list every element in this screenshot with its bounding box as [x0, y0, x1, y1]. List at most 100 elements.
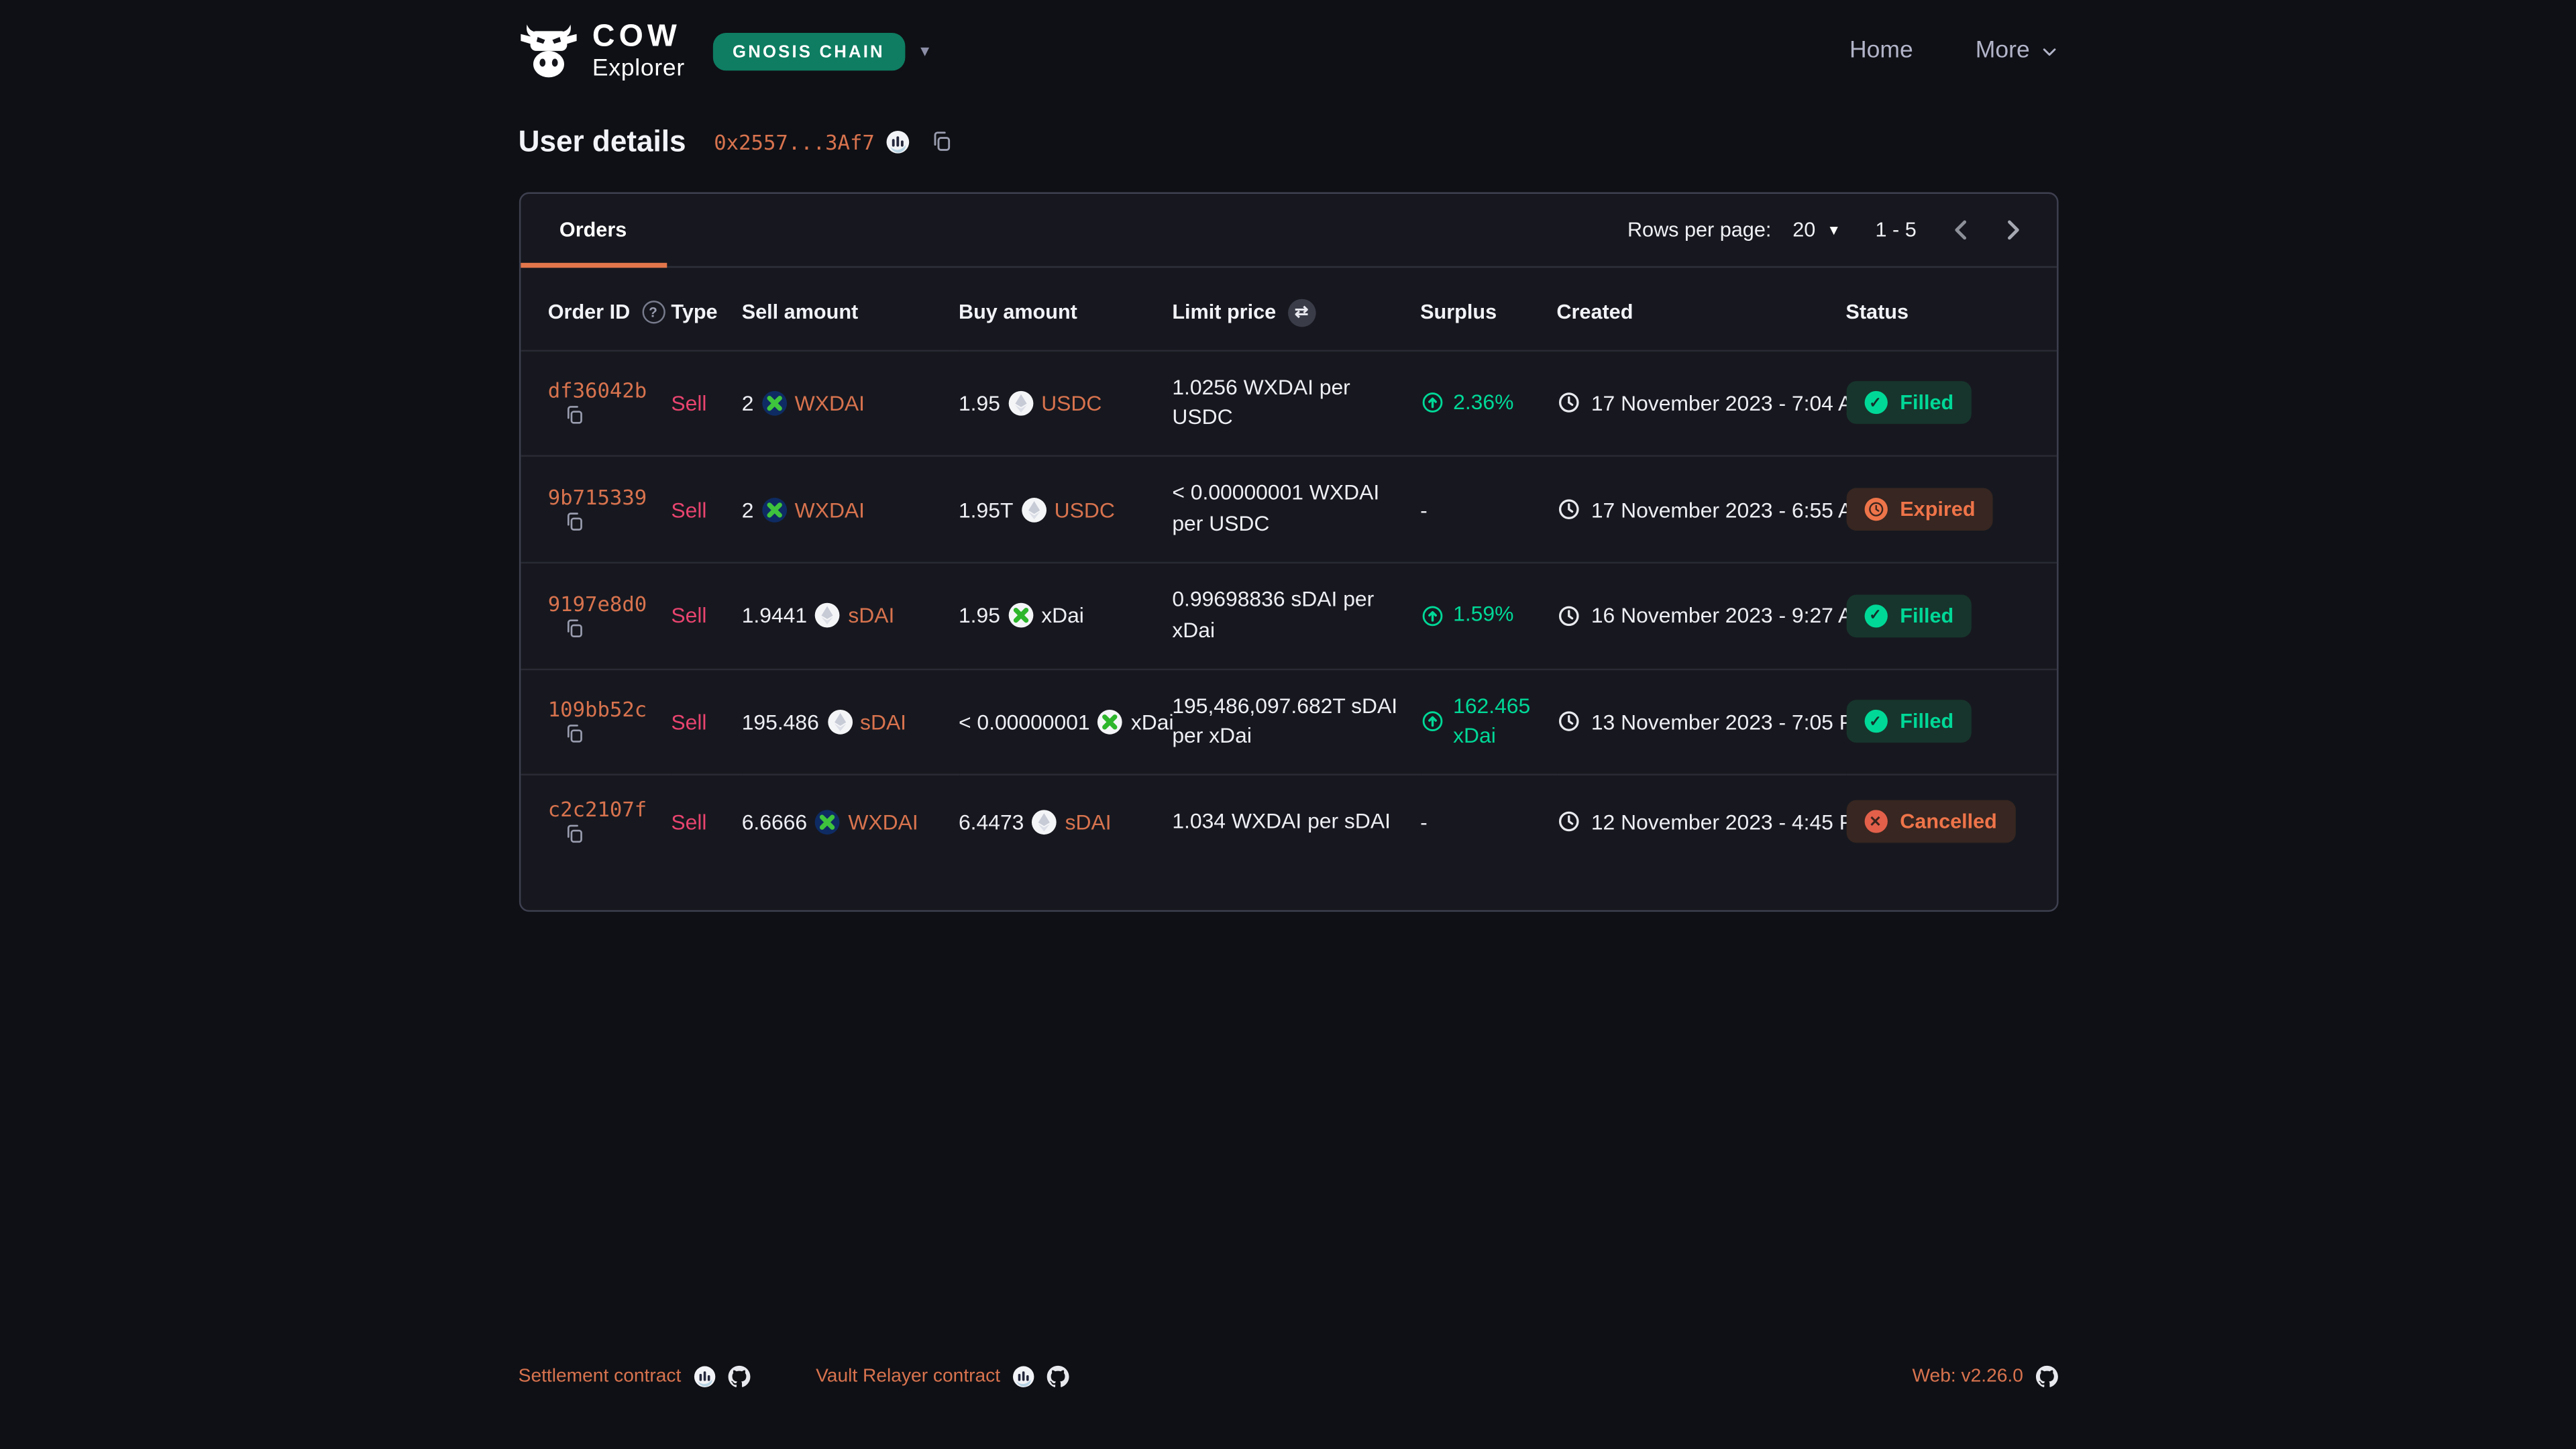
user-address: 0x2557...3Af7 — [714, 129, 875, 154]
sdai-token-icon — [1032, 810, 1057, 835]
token-link[interactable]: WXDAI — [795, 497, 865, 522]
order-type: Sell — [671, 810, 706, 835]
limit-price: < 0.00000001 WXDAI per USDC — [1172, 478, 1399, 540]
copy-icon[interactable] — [563, 617, 584, 639]
amount: 2WXDAI — [742, 390, 946, 415]
status-badge: ✓Filled — [1845, 700, 1972, 743]
orders-table-body: df36042b Sell 2WXDAI 1.95USDC 1.0256 WXD… — [520, 350, 2056, 868]
token-label: xDai — [1041, 603, 1084, 628]
page-range: 1 - 5 — [1875, 217, 1916, 240]
block-explorer-icon[interactable] — [886, 129, 911, 154]
network-badge: GNOSIS CHAIN — [713, 32, 905, 70]
tab-bar: Orders Rows per page: 20 ▼ 1 - 5 — [520, 193, 2056, 267]
sdai-token-icon — [827, 710, 852, 735]
surplus-empty: - — [1420, 497, 1428, 522]
pagination: Rows per page: 20 ▼ 1 - 5 — [1627, 213, 2056, 246]
copy-icon[interactable] — [563, 824, 584, 845]
caret-down-icon: ▼ — [1827, 221, 1841, 237]
token-link[interactable]: WXDAI — [848, 810, 918, 835]
table-row: 9b715339 Sell 2WXDAI 1.95TUSDC < 0.00000… — [520, 456, 2056, 562]
amount: 6.6666WXDAI — [742, 810, 946, 835]
block-explorer-icon[interactable] — [1012, 1365, 1034, 1388]
github-icon[interactable] — [2035, 1365, 2057, 1388]
order-type: Sell — [671, 497, 706, 522]
col-buy-amount: Buy amount — [959, 301, 1077, 323]
order-type: Sell — [671, 603, 706, 628]
network-caret-icon: ▼ — [918, 43, 932, 59]
token-link[interactable]: USDC — [1041, 390, 1102, 415]
token-link[interactable]: WXDAI — [795, 390, 865, 415]
sdai-token-icon — [815, 603, 840, 628]
check-icon: ✓ — [1864, 710, 1886, 733]
amount: 1.95USDC — [959, 390, 1159, 415]
surplus-value: 2.36% — [1420, 388, 1544, 419]
col-surplus: Surplus — [1420, 301, 1497, 323]
swap-price-icon[interactable]: ⇄ — [1287, 298, 1316, 326]
rows-per-page-label: Rows per page: — [1627, 217, 1771, 240]
footer: Settlement contract Vault Relayer contra… — [0, 1365, 2576, 1388]
github-icon[interactable] — [727, 1365, 750, 1388]
table-row: c2c2107f Sell 6.6666WXDAI 6.4473sDAI 1.0… — [520, 775, 2056, 867]
cow-explorer-logo[interactable]: COW Explorer — [519, 21, 685, 81]
nav-home[interactable]: Home — [1849, 38, 1913, 64]
order-type: Sell — [671, 390, 706, 415]
wxdai-token-icon — [762, 390, 787, 415]
col-status: Status — [1845, 301, 1909, 323]
created-date: 16 November 2023 - 9:27 AM — [1556, 603, 1832, 628]
amount: 1.9441sDAI — [742, 603, 946, 628]
block-explorer-icon[interactable] — [692, 1365, 715, 1388]
token-link[interactable]: sDAI — [1065, 810, 1112, 835]
amount: 1.95xDai — [959, 603, 1159, 628]
copy-icon[interactable] — [563, 724, 584, 745]
orders-table: Order ID ? Type Sell amount Buy amount L… — [520, 267, 2056, 868]
next-page-button[interactable] — [1995, 213, 2028, 246]
vault-relayer-contract-link[interactable]: Vault Relayer contract — [816, 1365, 1069, 1388]
github-icon[interactable] — [1046, 1365, 1069, 1388]
status-badge: ✓Filled — [1845, 594, 1972, 637]
col-type: Type — [671, 301, 717, 323]
order-id-link[interactable]: 9b715339 — [548, 485, 647, 510]
clock-icon — [1864, 498, 1886, 521]
surplus-empty: - — [1420, 810, 1428, 835]
table-row: 109bb52c Sell 195.486sDAI < 0.00000001xD… — [520, 669, 2056, 775]
app-root: COW Explorer GNOSIS CHAIN ▼ Home More — [0, 0, 2576, 1449]
order-id-link[interactable]: 9197e8d0 — [548, 591, 647, 616]
surplus-value: 162.465 xDai — [1420, 691, 1544, 753]
nav-more[interactable]: More — [1976, 38, 2058, 64]
chevron-down-icon — [2039, 42, 2057, 60]
col-limit-price: Limit price — [1172, 301, 1276, 323]
order-id-link[interactable]: df36042b — [548, 378, 647, 403]
orders-panel: Orders Rows per page: 20 ▼ 1 - 5 — [519, 191, 2058, 912]
created-date: 12 November 2023 - 4:45 PM — [1556, 810, 1832, 835]
copy-address-icon[interactable] — [930, 129, 953, 152]
rows-per-page-select[interactable]: 20 ▼ — [1792, 217, 1841, 240]
order-id-link[interactable]: 109bb52c — [548, 697, 647, 722]
copy-icon[interactable] — [563, 405, 584, 426]
check-icon: ✓ — [1864, 392, 1886, 415]
settlement-contract-link[interactable]: Settlement contract — [519, 1365, 750, 1388]
col-sell-amount: Sell amount — [742, 301, 858, 323]
tab-orders[interactable]: Orders — [520, 193, 666, 266]
usdc-token-icon — [1008, 390, 1033, 415]
page-title: User details — [519, 124, 686, 158]
copy-icon[interactable] — [563, 511, 584, 533]
amount: 195.486sDAI — [742, 710, 946, 735]
amount: 2WXDAI — [742, 497, 946, 522]
table-row: df36042b Sell 2WXDAI 1.95USDC 1.0256 WXD… — [520, 350, 2056, 456]
web-version: Web: v2.26.0 — [1912, 1365, 2057, 1388]
prev-page-button[interactable] — [1944, 213, 1977, 246]
token-link[interactable]: sDAI — [848, 603, 894, 628]
table-header-row: Order ID ? Type Sell amount Buy amount L… — [520, 267, 2056, 350]
check-icon: ✓ — [1864, 604, 1886, 627]
created-date: 13 November 2023 - 7:05 PM — [1556, 710, 1832, 735]
order-id-link[interactable]: c2c2107f — [548, 797, 647, 822]
network-selector[interactable]: GNOSIS CHAIN ▼ — [713, 32, 932, 70]
token-link[interactable]: sDAI — [860, 710, 906, 735]
brand-sub: Explorer — [592, 58, 685, 82]
amount: 6.4473sDAI — [959, 810, 1159, 835]
cow-head-icon — [519, 23, 578, 79]
token-link[interactable]: USDC — [1055, 497, 1115, 522]
token-label: xDai — [1131, 710, 1174, 735]
help-icon[interactable]: ? — [641, 301, 664, 323]
amount: < 0.00000001xDai — [959, 710, 1159, 735]
